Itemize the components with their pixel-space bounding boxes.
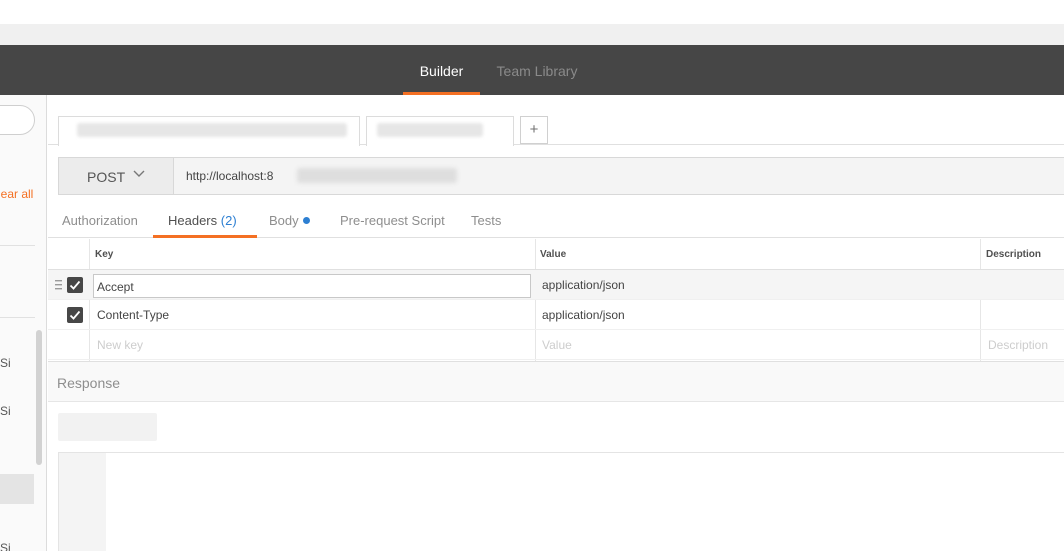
tab-headers[interactable]: Headers (2) <box>153 203 257 238</box>
table-row: Content-Type application/json <box>48 300 1064 330</box>
response-header: Response <box>48 361 1064 402</box>
key-cell[interactable]: Content-Type <box>97 308 169 322</box>
response-title: Response <box>57 375 121 391</box>
body-indicator-dot <box>302 217 310 224</box>
url-input[interactable]: http://localhost:8 <box>175 158 1064 194</box>
new-value-input[interactable]: Value <box>542 338 572 352</box>
url-text: http://localhost:8 <box>186 169 274 183</box>
column-key-header: Key <box>95 249 114 260</box>
method-label: POST <box>87 169 126 185</box>
request-tabs-bar: + <box>48 95 1064 146</box>
headers-count-badge: (2) <box>220 213 237 228</box>
sidebar: lear all Si Si Si <box>0 95 47 551</box>
chevron-down-icon <box>133 170 145 177</box>
row-enabled-checkbox[interactable] <box>67 307 83 323</box>
method-select[interactable]: POST <box>59 158 174 194</box>
drag-handle-icon[interactable] <box>55 279 62 291</box>
sidebar-scrollbar[interactable] <box>36 330 42 465</box>
redacted-tab-title <box>377 123 483 137</box>
tab-body-label: Body <box>269 213 299 228</box>
window-top-area <box>0 0 1064 24</box>
table-header: Key Value Description <box>48 239 1064 270</box>
tab-headers-label: Headers <box>168 213 218 228</box>
check-icon <box>69 310 81 320</box>
redacted-url-part <box>297 168 457 183</box>
sidebar-history-item-selected[interactable] <box>0 474 34 504</box>
column-value-header: Value <box>540 249 567 260</box>
tab-authorization[interactable]: Authorization <box>62 203 138 238</box>
tab-team-library[interactable]: Team Library <box>486 45 588 95</box>
sidebar-history-item[interactable]: Si <box>0 404 11 418</box>
tab-builder[interactable]: Builder <box>403 45 480 95</box>
request-builder: + POST http://localhost:8 Authorization … <box>48 95 1064 551</box>
new-key-input[interactable]: New key <box>97 338 143 352</box>
tab-tests[interactable]: Tests <box>471 203 501 238</box>
line-number-gutter <box>59 453 106 551</box>
key-input[interactable]: Accept <box>93 274 531 298</box>
sidebar-search-input[interactable] <box>0 105 35 135</box>
row-enabled-checkbox[interactable] <box>67 277 83 293</box>
request-tab[interactable] <box>58 116 360 146</box>
top-navbar: Builder Team Library <box>0 45 1064 95</box>
sidebar-history-item[interactable]: Si <box>0 541 11 551</box>
request-tab[interactable] <box>366 116 514 146</box>
value-cell[interactable]: application/json <box>542 308 625 322</box>
response-status-placeholder <box>58 413 157 441</box>
clear-all-link[interactable]: lear all <box>0 187 33 201</box>
column-description-header: Description <box>986 249 1042 260</box>
check-icon <box>69 280 81 290</box>
value-cell[interactable]: application/json <box>542 278 625 292</box>
headers-table: Key Value Description Accept application… <box>48 239 1064 361</box>
sidebar-history-item[interactable]: Si <box>0 356 11 370</box>
url-bar: POST http://localhost:8 <box>58 157 1064 195</box>
redacted-tab-title <box>77 123 347 137</box>
tab-body[interactable]: Body <box>269 203 310 238</box>
key-text: Accept <box>97 280 134 294</box>
add-tab-button[interactable]: + <box>520 116 548 144</box>
table-row: Accept application/json <box>48 270 1064 300</box>
request-subtabs: Authorization Headers (2) Body Pre-reque… <box>48 203 1064 238</box>
tab-prerequest-script[interactable]: Pre-request Script <box>340 203 445 238</box>
response-body <box>58 452 1064 551</box>
sidebar-divider <box>0 245 35 246</box>
new-description-input[interactable]: Description <box>988 338 1048 352</box>
window-toolbar-strip <box>0 24 1064 45</box>
sidebar-divider <box>0 317 35 318</box>
new-header-row: New key Value Description <box>48 330 1064 360</box>
